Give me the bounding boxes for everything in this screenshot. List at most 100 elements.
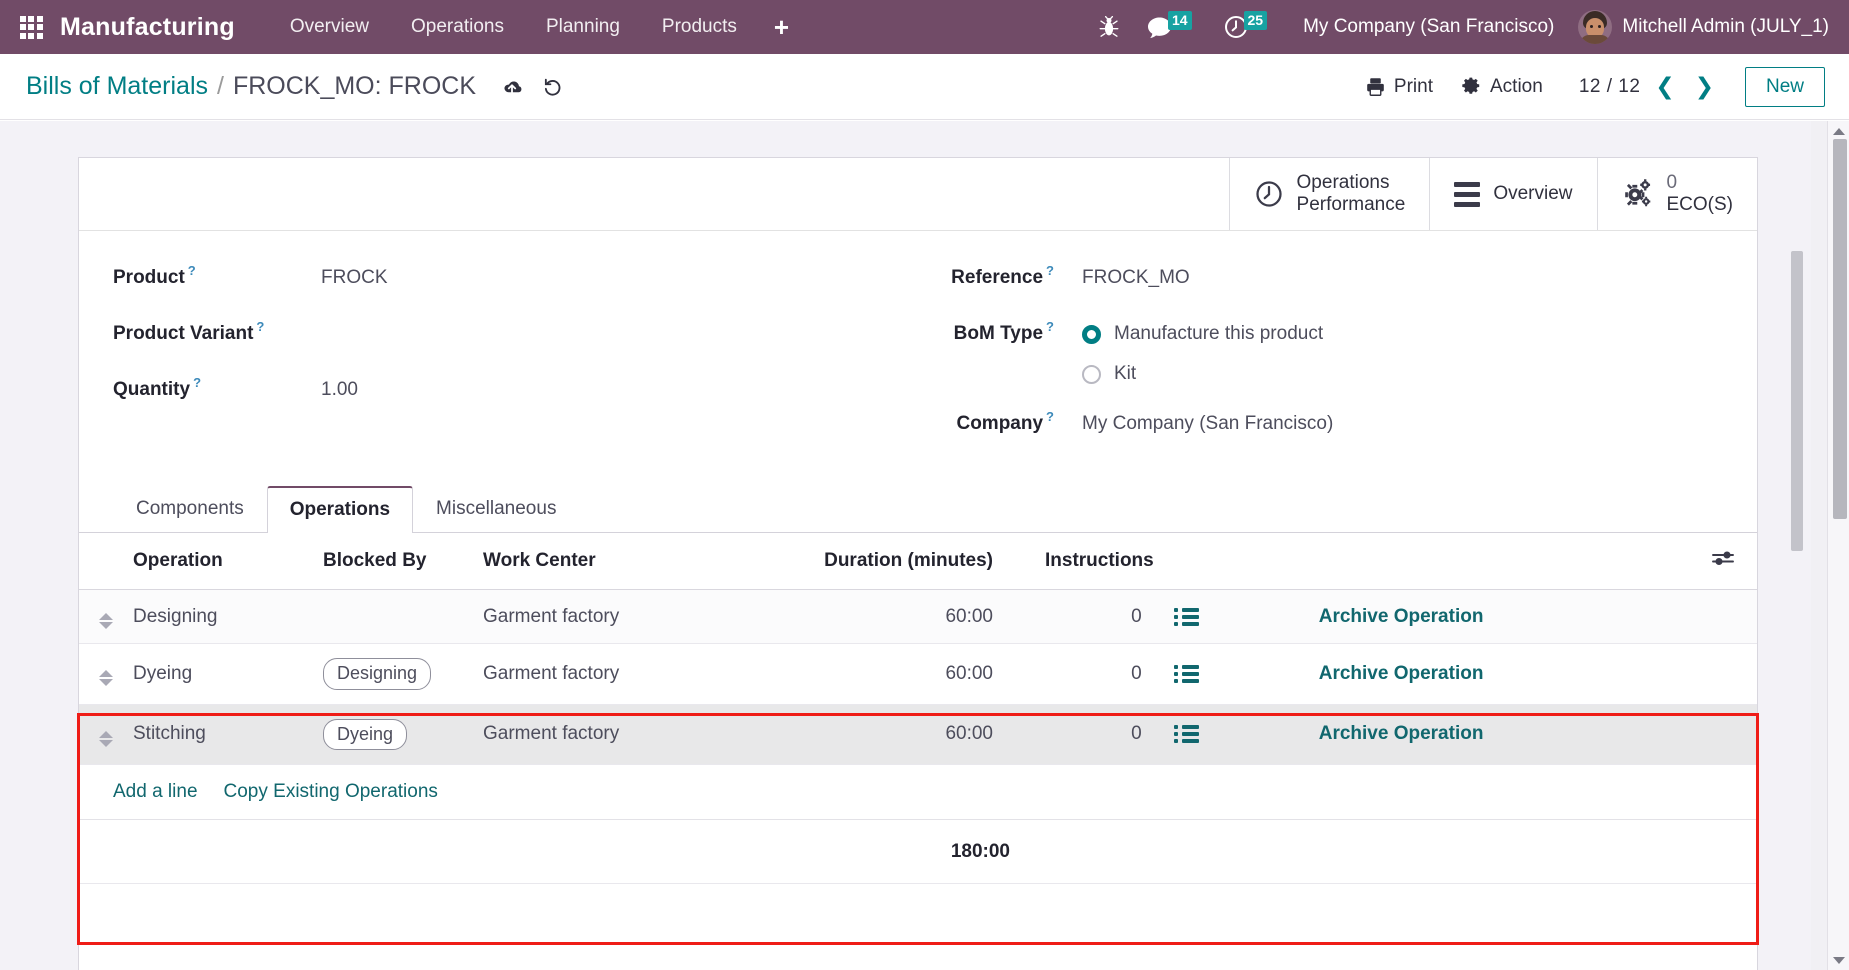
help-tooltip-icon[interactable]: ?	[188, 263, 196, 278]
instructions-list-icon[interactable]	[1173, 725, 1199, 744]
cell-blocked-by[interactable]: Dyeing	[313, 704, 473, 765]
top-navbar: Manufacturing Overview Operations Planni…	[0, 0, 1849, 54]
row-drag-handle[interactable]	[79, 589, 123, 644]
table-row[interactable]: Dyeing Designing Garment factory 60:00 0	[79, 643, 1757, 705]
drag-handle-icon[interactable]	[99, 613, 113, 629]
window-vertical-scrollbar[interactable]	[1827, 121, 1849, 970]
table-row[interactable]: Designing Garment factory 60:00 0 Archiv…	[79, 589, 1757, 644]
bug-icon[interactable]	[1085, 16, 1133, 38]
th-work-center[interactable]: Work Center	[473, 533, 803, 590]
archive-operation-link[interactable]: Archive Operation	[1319, 606, 1484, 628]
radio-indicator-unselected	[1082, 364, 1101, 384]
th-drag	[79, 533, 123, 590]
tab-components[interactable]: Components	[113, 486, 267, 533]
breadcrumb-parent-link[interactable]: Bills of Materials	[26, 72, 208, 101]
cell-instructions-count[interactable]: 0	[1003, 704, 1164, 765]
th-instructions[interactable]: Instructions	[1003, 533, 1164, 590]
field-company-value[interactable]: My Company (San Francisco)	[1054, 411, 1333, 435]
tab-miscellaneous[interactable]: Miscellaneous	[413, 486, 579, 533]
table-header-row: Operation Blocked By Work Center Duratio…	[79, 533, 1757, 590]
cloud-upload-icon[interactable]	[500, 77, 524, 97]
radio-kit[interactable]: Kit	[1082, 363, 1323, 385]
cell-instructions-count[interactable]: 0	[1003, 589, 1164, 644]
row-drag-handle[interactable]	[79, 704, 123, 765]
row-drag-handle[interactable]	[79, 643, 123, 705]
action-label: Action	[1490, 75, 1543, 97]
th-blocked-by[interactable]: Blocked By	[313, 533, 473, 590]
scroll-up-arrow-icon[interactable]	[1832, 124, 1846, 138]
cell-blocked-by[interactable]: Designing	[313, 643, 473, 705]
scroll-down-arrow-icon[interactable]	[1832, 953, 1846, 967]
cell-operation[interactable]: Stitching	[123, 704, 313, 765]
nav-item-products[interactable]: Products	[641, 10, 758, 44]
field-quantity-label-text: Quantity	[113, 379, 191, 400]
sliders-icon[interactable]	[1711, 551, 1735, 572]
window-scroll-thumb[interactable]	[1833, 139, 1847, 519]
radio-manufacture-this-product[interactable]: Manufacture this product	[1082, 323, 1323, 345]
th-duration[interactable]: Duration (minutes)	[803, 533, 1003, 590]
cell-operation[interactable]: Designing	[123, 589, 313, 644]
stat-button-ecos[interactable]: 0 ECO(S)	[1596, 158, 1758, 230]
breadcrumb-current-record: FROCK_MO: FROCK	[232, 72, 477, 100]
field-product-value[interactable]: FROCK	[293, 265, 388, 289]
action-button[interactable]: Action	[1447, 70, 1557, 104]
field-product-variant: Product Variant ?	[113, 319, 918, 351]
help-tooltip-icon[interactable]: ?	[1046, 263, 1054, 278]
instructions-list-icon[interactable]	[1173, 607, 1199, 626]
instructions-list-icon[interactable]	[1173, 664, 1199, 683]
print-button[interactable]: Print	[1351, 70, 1447, 104]
add-a-line-link[interactable]: Add a line	[113, 781, 198, 803]
breadcrumb-separator: /	[217, 72, 224, 100]
cell-blocked-by[interactable]	[313, 589, 473, 644]
field-product-variant-value[interactable]	[293, 321, 321, 323]
archive-operation-link[interactable]: Archive Operation	[1319, 723, 1484, 745]
cell-duration[interactable]: 60:00	[803, 704, 1003, 765]
cell-duration[interactable]: 60:00	[803, 643, 1003, 705]
blocked-by-tag[interactable]: Designing	[323, 658, 432, 690]
stat-button-overview[interactable]: Overview	[1429, 158, 1596, 230]
nav-item-operations[interactable]: Operations	[390, 10, 525, 44]
drag-handle-icon[interactable]	[99, 670, 113, 687]
tab-operations[interactable]: Operations	[266, 486, 414, 533]
app-brand-title[interactable]: Manufacturing	[60, 13, 235, 42]
activities-clock-icon[interactable]: 25	[1210, 10, 1286, 39]
stat-operations-performance-line2: Performance	[1296, 194, 1406, 215]
copy-existing-operations-link[interactable]: Copy Existing Operations	[224, 781, 438, 803]
help-tooltip-icon[interactable]: ?	[256, 319, 264, 334]
record-sheet: Operations Performance Overview 0 ECO(S)…	[78, 157, 1758, 970]
cell-work-center[interactable]: Garment factory	[473, 589, 803, 644]
help-tooltip-icon[interactable]: ?	[193, 375, 201, 390]
user-menu[interactable]: Mitchell Admin (JULY_1)	[1570, 10, 1833, 44]
company-switcher[interactable]: My Company (San Francisco)	[1285, 16, 1570, 38]
inner-scroll-thumb[interactable]	[1791, 251, 1803, 551]
form-column-left: Product ? FROCK Product Variant ? Quanti…	[79, 263, 918, 467]
messages-icon[interactable]: 14	[1133, 10, 1210, 39]
new-button[interactable]: New	[1744, 66, 1825, 107]
archive-operation-link[interactable]: Archive Operation	[1319, 663, 1484, 685]
stat-button-operations-performance[interactable]: Operations Performance	[1228, 158, 1430, 230]
field-quantity-value[interactable]: 1.00	[293, 377, 358, 401]
nav-item-planning[interactable]: Planning	[525, 10, 641, 44]
cell-work-center[interactable]: Garment factory	[473, 704, 803, 765]
chevron-right-icon[interactable]: ❯	[1690, 75, 1719, 98]
chevron-left-icon[interactable]: ❮	[1650, 75, 1679, 98]
th-operation[interactable]: Operation	[123, 533, 313, 590]
field-company-label-text: Company	[956, 413, 1044, 434]
blocked-by-tag[interactable]: Dyeing	[323, 718, 408, 750]
undo-discard-icon[interactable]	[542, 76, 564, 98]
apps-grid-icon[interactable]	[14, 10, 48, 44]
field-quantity: Quantity ? 1.00	[113, 375, 918, 407]
field-reference-value[interactable]: FROCK_MO	[1054, 265, 1190, 289]
inner-scroll-track[interactable]	[1791, 121, 1827, 970]
activities-count-badge: 25	[1243, 10, 1268, 30]
help-tooltip-icon[interactable]: ?	[1046, 409, 1054, 424]
nav-item-overview[interactable]: Overview	[269, 10, 390, 44]
cell-instructions-count[interactable]: 0	[1003, 643, 1164, 705]
help-tooltip-icon[interactable]: ?	[1046, 319, 1054, 334]
table-row[interactable]: Stitching Dyeing Garment factory 60:00 0	[79, 704, 1757, 765]
drag-handle-icon[interactable]	[99, 730, 113, 747]
cell-operation[interactable]: Dyeing	[123, 643, 313, 705]
cell-duration[interactable]: 60:00	[803, 589, 1003, 644]
nav-add-icon[interactable]: +	[758, 12, 805, 42]
cell-work-center[interactable]: Garment factory	[473, 643, 803, 705]
